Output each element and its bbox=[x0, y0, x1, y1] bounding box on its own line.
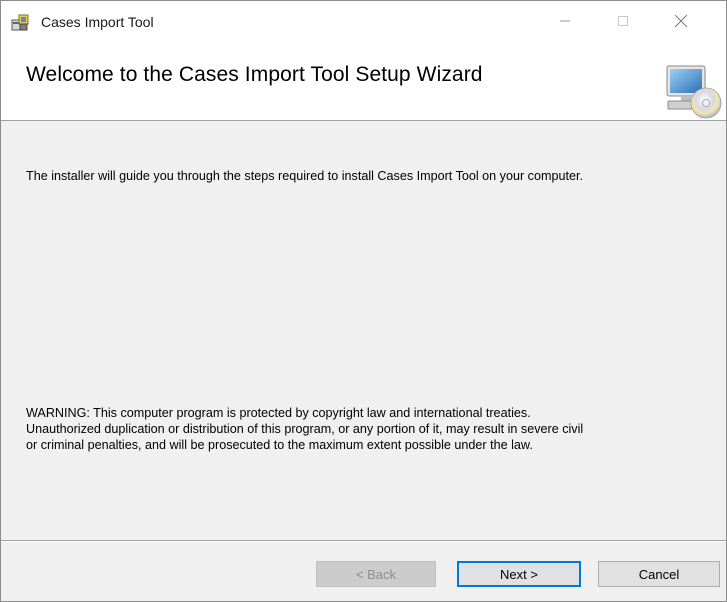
maximize-button[interactable] bbox=[600, 1, 646, 41]
wizard-header: Welcome to the Cases Import Tool Setup W… bbox=[1, 41, 726, 121]
wizard-title: Welcome to the Cases Import Tool Setup W… bbox=[26, 63, 483, 86]
window-title: Cases Import Tool bbox=[41, 14, 154, 30]
close-button[interactable] bbox=[658, 1, 704, 41]
minimize-icon bbox=[560, 20, 570, 22]
title-bar[interactable]: Cases Import Tool bbox=[1, 1, 726, 41]
next-button[interactable]: Next > bbox=[457, 561, 581, 587]
copyright-warning: WARNING: This computer program is protec… bbox=[26, 405, 716, 453]
setup-wizard-window: Cases Import Tool Welcome to the Cases I… bbox=[0, 0, 727, 602]
warning-line: Unauthorized duplication or distribution… bbox=[26, 422, 584, 436]
warning-line: WARNING: This computer program is protec… bbox=[26, 406, 531, 420]
cancel-button[interactable]: Cancel bbox=[598, 561, 720, 587]
installer-app-icon bbox=[11, 14, 29, 31]
minimize-button[interactable] bbox=[542, 1, 588, 41]
footer-divider bbox=[1, 540, 726, 542]
intro-text: The installer will guide you through the… bbox=[26, 169, 583, 183]
back-button[interactable]: < Back bbox=[316, 561, 436, 587]
computer-cd-icon bbox=[666, 65, 722, 119]
warning-line: or criminal penalties, and will be prose… bbox=[26, 438, 533, 452]
maximize-icon bbox=[618, 16, 628, 26]
close-icon bbox=[674, 14, 688, 28]
